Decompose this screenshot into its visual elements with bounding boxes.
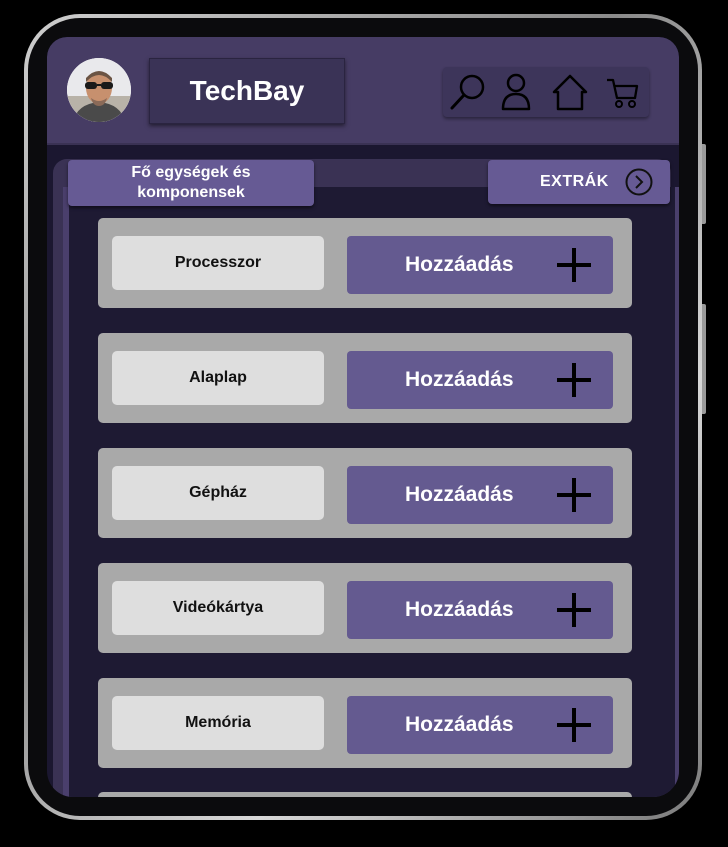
list-item: Videókártya Hozzáadás (98, 563, 632, 653)
component-name: Gépház (112, 466, 324, 520)
search-icon[interactable] (447, 72, 489, 112)
plus-icon (557, 363, 591, 397)
list-item: Alaplap Hozzáadás (98, 333, 632, 423)
side-button-top (702, 144, 706, 224)
add-button[interactable]: Hozzáadás (347, 351, 613, 409)
add-button-label: Hozzáadás (405, 713, 514, 736)
list-item-partial (98, 792, 632, 797)
side-button-bottom (702, 304, 706, 414)
list-item: Gépház Hozzáadás (98, 448, 632, 538)
plus-icon (557, 248, 591, 282)
user-icon[interactable] (495, 72, 537, 112)
add-button[interactable]: Hozzáadás (347, 466, 613, 524)
tab-main-components[interactable]: Fő egységek és komponensek (68, 160, 314, 206)
add-button-label: Hozzáadás (405, 483, 514, 506)
cart-icon[interactable] (601, 72, 643, 112)
header-icon-bar (443, 67, 649, 117)
add-button-label: Hozzáadás (405, 253, 514, 276)
chevron-right-icon (625, 168, 653, 196)
list-item: Processzor Hozzáadás (98, 218, 632, 308)
tab-main-label: Fő egységek és komponensek (131, 164, 251, 201)
component-name: Alaplap (112, 351, 324, 405)
plus-icon (557, 478, 591, 512)
add-button-label: Hozzáadás (405, 598, 514, 621)
brand-logo[interactable]: TechBay (149, 58, 345, 124)
app-header: TechBay (47, 37, 679, 143)
plus-icon (557, 593, 591, 627)
plus-icon (557, 708, 591, 742)
avatar[interactable] (67, 58, 131, 122)
avatar-photo (67, 58, 131, 122)
component-name: Videókártya (112, 581, 324, 635)
home-icon[interactable] (549, 72, 591, 112)
tab-extras[interactable]: EXTRÁK (488, 160, 670, 204)
add-button[interactable]: Hozzáadás (347, 581, 613, 639)
component-name: Memória (112, 696, 324, 750)
app-screen: TechBay Fő egységek és komponensek EXTRÁ… (47, 37, 679, 797)
list-item: Memória Hozzáadás (98, 678, 632, 768)
component-name: Processzor (112, 236, 324, 290)
add-button-label: Hozzáadás (405, 368, 514, 391)
brand-name: TechBay (189, 75, 305, 106)
add-button[interactable]: Hozzáadás (347, 236, 613, 294)
add-button[interactable]: Hozzáadás (347, 696, 613, 754)
tab-extras-label: EXTRÁK (540, 173, 609, 190)
